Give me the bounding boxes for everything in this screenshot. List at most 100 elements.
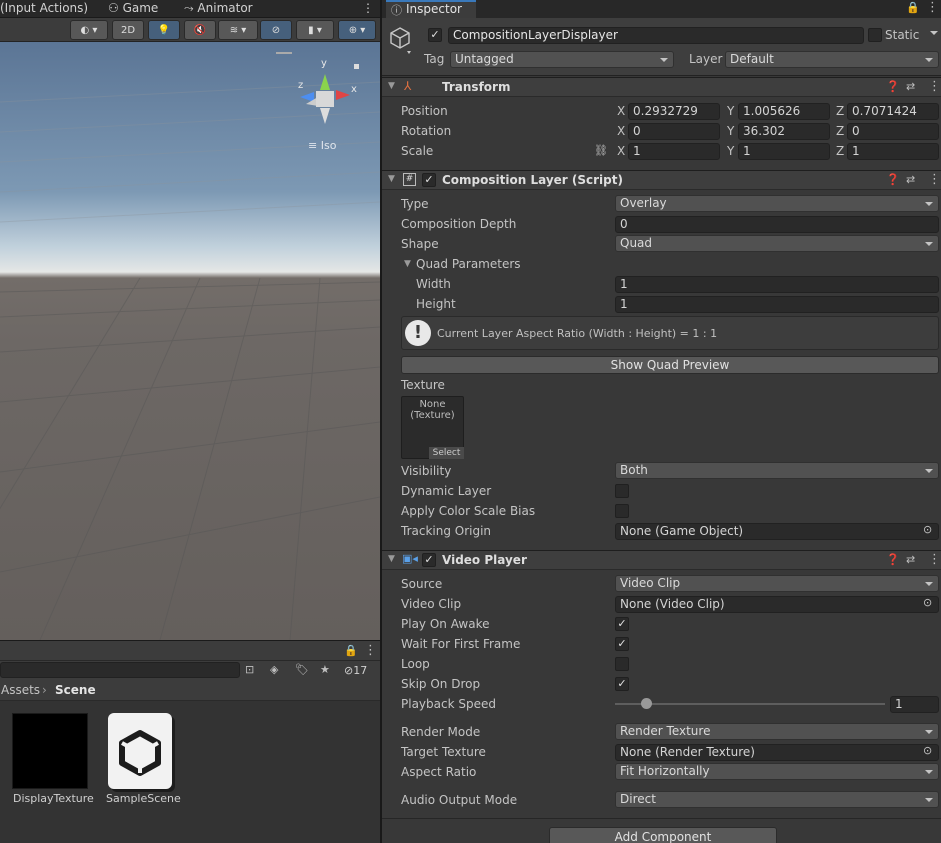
- foldout-arrow-icon[interactable]: ▼: [388, 554, 395, 564]
- rotation-y-input[interactable]: 36.302: [738, 123, 830, 140]
- playback-speed-slider-thumb[interactable]: [641, 698, 652, 709]
- color-scale-bias-checkbox[interactable]: [615, 504, 629, 518]
- video-player-header[interactable]: ▼ ▣◂ ✓ Video Player ❓ ⇄ ⋮: [382, 550, 941, 570]
- breadcrumb-assets[interactable]: Assets: [1, 683, 40, 697]
- scale-y-input[interactable]: 1: [738, 143, 830, 160]
- render-mode-dropdown[interactable]: Render Texture: [615, 723, 939, 740]
- tab-input-actions[interactable]: (Input Actions): [0, 1, 88, 15]
- gizmo-lock-icon[interactable]: [354, 64, 359, 69]
- position-z-input[interactable]: 0.7071424: [847, 103, 939, 120]
- lighting-toggle-icon[interactable]: 💡: [148, 20, 180, 40]
- play-on-awake-checkbox[interactable]: ✓: [615, 617, 629, 631]
- hidden-packages-icon[interactable]: ⊘17: [344, 664, 367, 677]
- type-dropdown[interactable]: Overlay: [615, 195, 939, 212]
- effects-dropdown-icon[interactable]: ≋ ▾: [218, 20, 258, 40]
- layer-dropdown[interactable]: Default: [725, 51, 939, 68]
- composition-depth-input[interactable]: 0: [615, 216, 939, 233]
- constrain-proportions-icon[interactable]: ⛓: [594, 144, 608, 157]
- presets-icon[interactable]: ⇄: [906, 80, 915, 93]
- rotation-x-input[interactable]: 0: [628, 123, 720, 140]
- dynamic-layer-checkbox[interactable]: [615, 484, 629, 498]
- loop-checkbox[interactable]: [615, 657, 629, 671]
- aspect-ratio-dropdown[interactable]: Fit Horizontally: [615, 763, 939, 780]
- tab-inspector[interactable]: ⓘ Inspector: [386, 0, 476, 18]
- label-tag-icon[interactable]: 🏷: [295, 663, 309, 676]
- shape-dropdown[interactable]: Quad: [615, 235, 939, 252]
- shading-mode-button[interactable]: ◐ ▾: [70, 20, 108, 40]
- project-search-input[interactable]: [0, 662, 240, 678]
- asset-label[interactable]: SampleScene: [106, 792, 181, 805]
- tracking-origin-field[interactable]: None (Game Object): [615, 523, 939, 540]
- visibility-dropdown[interactable]: Both: [615, 462, 939, 479]
- gameobject-cube-icon[interactable]: [388, 26, 412, 54]
- component-enabled-checkbox[interactable]: ✓: [422, 553, 436, 567]
- more-menu-icon[interactable]: ⋮: [928, 172, 941, 187]
- scale-z-input[interactable]: 1: [847, 143, 939, 160]
- foldout-arrow-icon[interactable]: ▼: [388, 174, 395, 184]
- rotation-z-input[interactable]: 0: [847, 123, 939, 140]
- lock-icon[interactable]: 🔒: [344, 644, 358, 657]
- texture-object-field[interactable]: None (Texture) Select: [401, 396, 464, 459]
- object-picker-icon[interactable]: ⊙: [923, 523, 932, 536]
- target-texture-field[interactable]: None (Render Texture): [615, 744, 939, 761]
- foldout-arrow-icon[interactable]: ▼: [404, 259, 411, 269]
- object-picker-icon[interactable]: ⊙: [923, 744, 932, 757]
- help-icon[interactable]: ❓: [886, 553, 900, 566]
- texture-select-button[interactable]: Select: [429, 447, 464, 459]
- gizmo-projection-label[interactable]: ≡ Iso: [308, 139, 337, 152]
- composition-layer-header[interactable]: ▼ # ✓ Composition Layer (Script) ❓ ⇄ ⋮: [382, 170, 941, 190]
- video-clip-field[interactable]: None (Video Clip): [615, 596, 939, 613]
- tag-dropdown[interactable]: Untagged: [450, 51, 674, 68]
- search-by-type-icon[interactable]: ⊡: [245, 663, 254, 676]
- audio-toggle-icon[interactable]: 🔇: [184, 20, 216, 40]
- help-icon[interactable]: ❓: [886, 173, 900, 186]
- position-x-input[interactable]: 0.2932729: [628, 103, 720, 120]
- tab-game[interactable]: ⚇ Game: [108, 1, 158, 15]
- render-texture-thumbnail[interactable]: [12, 713, 88, 789]
- lock-icon[interactable]: 🔒: [906, 1, 920, 14]
- camera-dropdown-icon[interactable]: ▮ ▾: [296, 20, 334, 40]
- unity-scene-icon[interactable]: [108, 713, 172, 789]
- object-active-checkbox[interactable]: ✓: [428, 28, 442, 42]
- more-menu-icon[interactable]: ⋮: [928, 79, 941, 94]
- component-enabled-checkbox[interactable]: ✓: [422, 173, 436, 187]
- scale-x-input[interactable]: 1: [628, 143, 720, 160]
- playback-speed-input[interactable]: 1: [890, 696, 939, 713]
- static-dropdown-icon[interactable]: [930, 31, 938, 35]
- orientation-gizmo[interactable]: [300, 74, 350, 124]
- favorite-star-icon[interactable]: ★: [320, 663, 330, 676]
- skip-on-drop-checkbox[interactable]: ✓: [615, 677, 629, 691]
- help-icon[interactable]: ❓: [886, 80, 900, 93]
- transform-header[interactable]: ▼ ⅄ Transform ❓ ⇄ ⋮: [382, 77, 941, 97]
- gizmos-dropdown-icon[interactable]: ⊕ ▾: [338, 20, 376, 40]
- asset-label[interactable]: DisplayTexture: [13, 792, 94, 805]
- add-component-button[interactable]: Add Component: [549, 827, 777, 843]
- tab-animator[interactable]: ⤳ Animator: [184, 1, 253, 16]
- scene-visibility-icon[interactable]: ⊘: [260, 20, 292, 40]
- more-menu-icon[interactable]: ⋮: [362, 1, 374, 15]
- search-by-label-icon[interactable]: ◈: [270, 663, 278, 676]
- toggle-2d-button[interactable]: 2D: [112, 20, 144, 40]
- source-dropdown[interactable]: Video Clip: [615, 575, 939, 592]
- more-menu-icon[interactable]: ⋮: [926, 0, 939, 15]
- breadcrumb-scene[interactable]: Scene: [55, 683, 96, 697]
- static-checkbox[interactable]: [868, 28, 882, 42]
- more-menu-icon[interactable]: ⋮: [928, 552, 941, 567]
- object-picker-icon[interactable]: ⊙: [923, 596, 932, 609]
- show-quad-preview-button[interactable]: Show Quad Preview: [401, 356, 939, 374]
- texture-none-text: None: [419, 399, 446, 410]
- quad-parameters-foldout[interactable]: Quad Parameters: [416, 257, 521, 271]
- wait-first-frame-checkbox[interactable]: ✓: [615, 637, 629, 651]
- position-y-input[interactable]: 1.005626: [738, 103, 830, 120]
- height-input[interactable]: 1: [615, 296, 939, 313]
- presets-icon[interactable]: ⇄: [906, 553, 915, 566]
- drag-handle-icon[interactable]: [276, 52, 292, 54]
- axis-x-label: X: [617, 124, 626, 138]
- more-menu-icon[interactable]: ⋮: [364, 643, 377, 658]
- object-name-input[interactable]: CompositionLayerDisplayer: [448, 27, 864, 44]
- audio-output-mode-dropdown[interactable]: Direct: [615, 791, 939, 808]
- width-input[interactable]: 1: [615, 276, 939, 293]
- presets-icon[interactable]: ⇄: [906, 173, 915, 186]
- playback-speed-slider-track[interactable]: [615, 703, 885, 705]
- foldout-arrow-icon[interactable]: ▼: [388, 81, 395, 91]
